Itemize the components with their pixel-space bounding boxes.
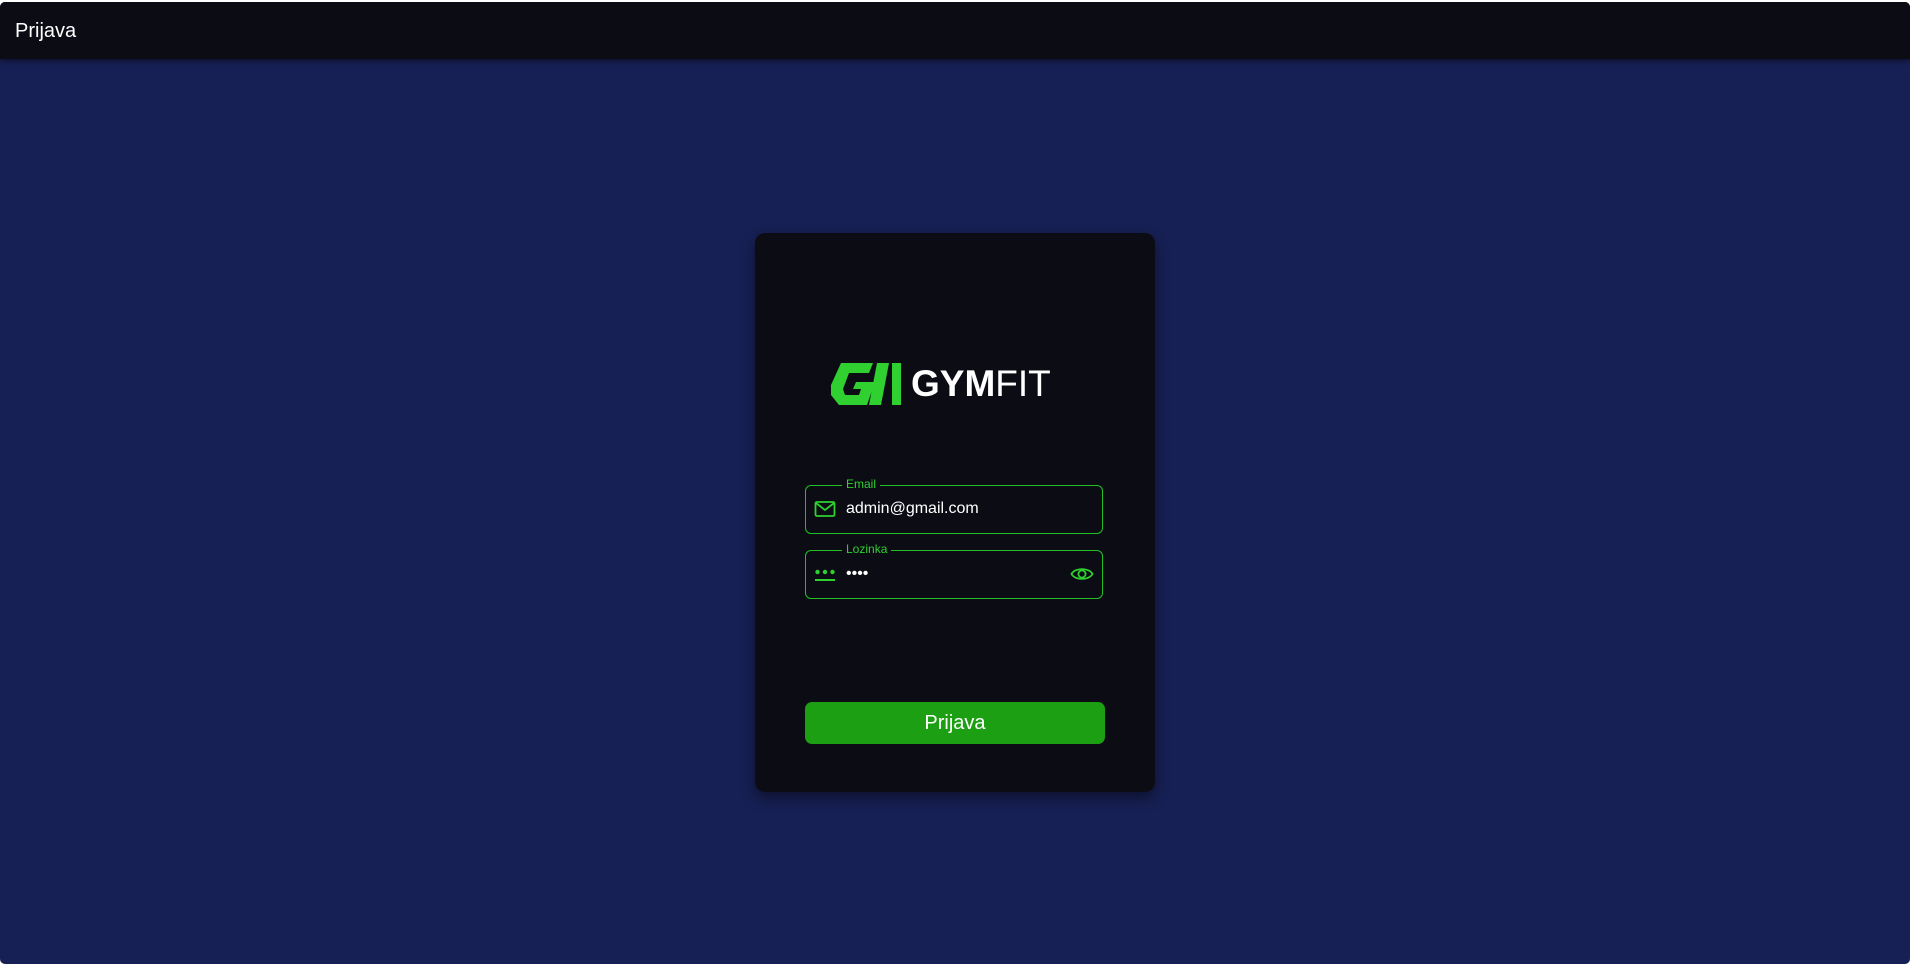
- logo-text-bold: GYM: [911, 363, 996, 404]
- gymfit-logo: GYMFIT: [829, 359, 1085, 409]
- logo-wordmark: GYMFIT: [911, 364, 1051, 404]
- gymfit-mark-icon: [831, 363, 901, 405]
- password-input[interactable]: ••••: [846, 564, 1066, 584]
- top-app-bar: Prijava: [0, 2, 1910, 59]
- page-title: Prijava: [15, 20, 77, 42]
- logo-text-light: FIT: [995, 363, 1051, 404]
- password-label: Lozinka: [842, 542, 892, 556]
- eye-icon[interactable]: [1070, 564, 1094, 584]
- login-button[interactable]: Prijava: [805, 702, 1105, 744]
- login-card: GYMFIT Email Lozinka •••• Pri: [755, 233, 1155, 792]
- app-window: Prijava GYMFIT Email Lozinka: [0, 2, 1910, 964]
- password-field[interactable]: Lozinka ••••: [805, 542, 1103, 599]
- email-input[interactable]: [846, 499, 1066, 519]
- password-icon: [815, 569, 835, 581]
- email-label: Email: [842, 477, 881, 491]
- email-field[interactable]: Email: [805, 477, 1103, 534]
- mail-icon: [814, 501, 836, 517]
